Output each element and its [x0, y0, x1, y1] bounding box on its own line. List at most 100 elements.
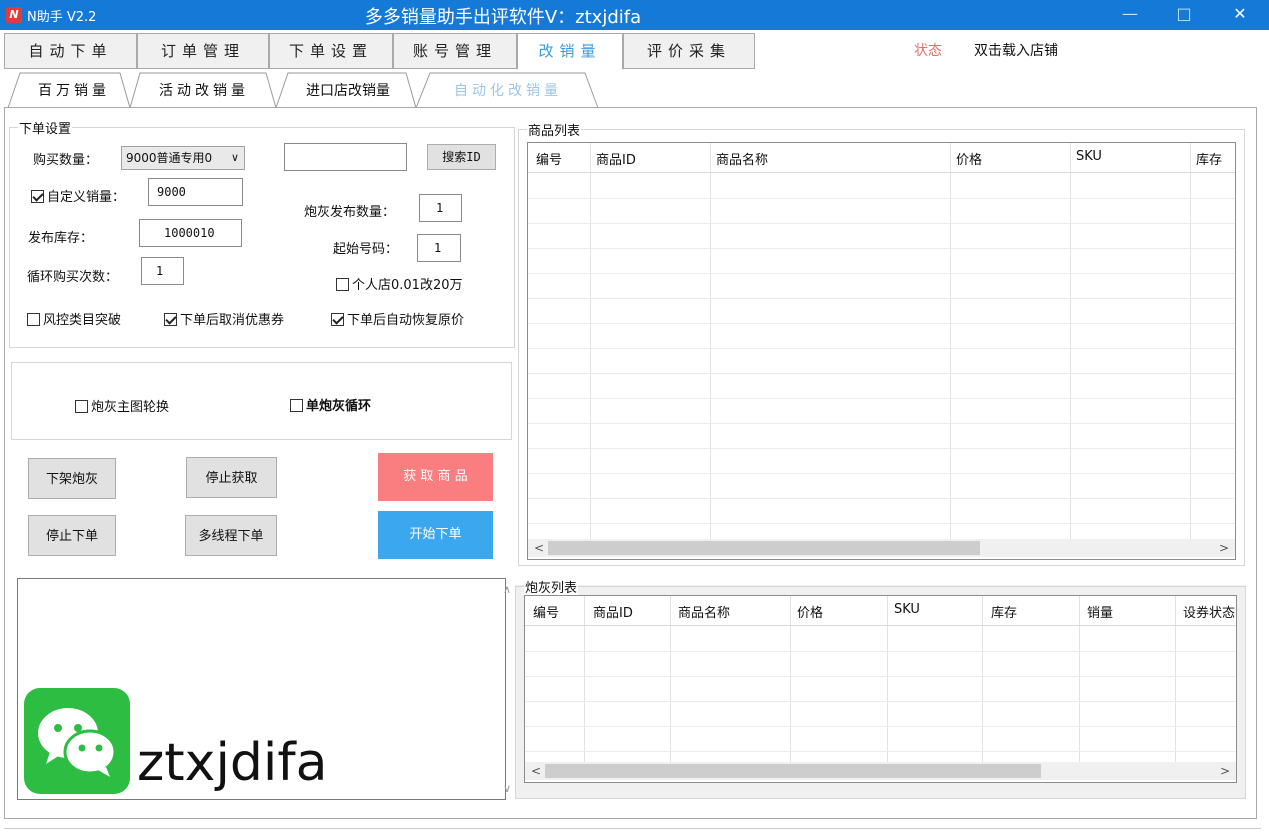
maximize-button[interactable]: □	[1161, 0, 1207, 30]
stop-fetch-button[interactable]: 停止获取	[186, 457, 277, 498]
cancel-coupon-label: 下单后取消优惠券	[180, 313, 285, 328]
buy-qty-label: 购买数量：	[33, 153, 99, 168]
tab-review-collection[interactable]: 评价采集	[623, 33, 755, 69]
sub-tab-auto-sales[interactable]: 自动化改销量	[428, 80, 588, 100]
scroll-down-icon[interactable]: ∨	[503, 782, 511, 795]
publish-stock-input[interactable]: 1000010	[139, 219, 242, 247]
row-divider	[525, 701, 1236, 702]
cannon-publish-qty-label: 炮灰发布数量：	[304, 205, 396, 220]
buy-qty-select-value: 9000普通专用0	[126, 151, 213, 165]
row-divider	[528, 348, 1235, 349]
scroll-left-icon[interactable]: <	[531, 762, 541, 780]
close-button[interactable]: ✕	[1217, 0, 1263, 30]
load-shop-link[interactable]: 双击载入店铺	[974, 40, 1058, 60]
row-divider	[528, 248, 1235, 249]
multithread-order-button[interactable]: 多线程下单	[185, 515, 277, 556]
loop-buy-label: 循环购买次数：	[27, 270, 119, 285]
cannon-horizontal-scrollbar[interactable]: < >	[525, 762, 1236, 780]
column-divider	[1070, 143, 1071, 539]
custom-sales-input[interactable]: 9000	[148, 178, 243, 206]
start-number-label: 起始号码：	[333, 242, 399, 257]
scroll-right-icon[interactable]: >	[1220, 762, 1230, 780]
publish-stock-label: 发布库存：	[28, 231, 94, 246]
watermark-text: ztxjdifa	[137, 733, 328, 793]
row-divider	[528, 298, 1235, 299]
checkbox-unchecked-icon	[336, 278, 349, 291]
cancel-coupon-checkbox[interactable]: 下单后取消优惠券	[164, 309, 284, 328]
stop-order-button[interactable]: 停止下单	[28, 515, 116, 556]
checkbox-checked-icon	[164, 313, 177, 326]
column-divider	[590, 143, 591, 539]
column-divider	[950, 143, 951, 539]
cannon-list-table[interactable]: 编号 商品ID 商品名称 价格 SKU 库存 销量 设券状态 < >	[524, 595, 1237, 783]
column-header[interactable]: SKU	[894, 602, 920, 617]
risk-category-label: 风控类目突破	[43, 313, 122, 328]
cannon-publish-qty-input[interactable]: 1	[419, 194, 462, 222]
delist-cannon-button[interactable]: 下架炮灰	[28, 458, 116, 499]
scroll-left-icon[interactable]: <	[534, 539, 544, 557]
log-vertical-scrollbar[interactable]: ∧ ∨	[500, 579, 517, 799]
row-divider	[528, 423, 1235, 424]
tab-modify-sales[interactable]: 改销量	[517, 33, 623, 70]
wechat-icon	[24, 688, 130, 794]
scroll-up-icon[interactable]: ∧	[503, 583, 511, 596]
row-divider	[525, 726, 1236, 727]
scrollbar-thumb[interactable]	[545, 764, 1041, 778]
column-header[interactable]: 价格	[956, 149, 982, 168]
buy-qty-select[interactable]: 9000普通专用0 ∨	[121, 146, 245, 170]
column-header[interactable]: 编号	[533, 602, 559, 621]
cannon-list-legend: 炮灰列表	[524, 577, 579, 596]
sub-tab-million-sales[interactable]: 百万销量	[20, 80, 128, 100]
column-divider	[710, 143, 711, 539]
tab-account-management[interactable]: 账号管理	[393, 33, 517, 69]
scrollbar-thumb[interactable]	[548, 541, 980, 555]
custom-sales-label: 自定义销量：	[47, 190, 126, 205]
column-header[interactable]: 销量	[1087, 602, 1113, 621]
search-id-button[interactable]: 搜索ID	[427, 144, 496, 170]
search-id-input[interactable]	[284, 143, 407, 171]
column-header[interactable]: 设券状态	[1183, 602, 1235, 621]
row-divider	[528, 398, 1235, 399]
row-divider	[528, 223, 1235, 224]
restore-price-checkbox[interactable]: 下单后自动恢复原价	[331, 309, 464, 328]
cannon-table-header: 编号 商品ID 商品名称 价格 SKU 库存 销量 设券状态	[525, 596, 1236, 626]
single-cannon-loop-checkbox[interactable]: 单炮灰循环	[290, 395, 371, 414]
title-bar: N N助手 V2.2 多多销量助手出评软件V：ztxjdifa — □ ✕	[0, 0, 1269, 30]
column-header[interactable]: 商品名称	[678, 602, 730, 621]
start-number-input[interactable]: 1	[417, 234, 461, 262]
custom-sales-checkbox[interactable]: 自定义销量：	[31, 186, 125, 205]
status-divider	[4, 828, 1261, 829]
checkbox-checked-icon	[31, 190, 44, 203]
column-header[interactable]: 价格	[797, 602, 823, 621]
checkbox-checked-icon	[331, 313, 344, 326]
fetch-goods-button[interactable]: 获 取 商 品	[378, 453, 493, 501]
column-header[interactable]: 编号	[536, 149, 562, 168]
rotate-main-image-label: 炮灰主图轮换	[91, 400, 170, 415]
column-header[interactable]: 商品ID	[596, 149, 636, 168]
column-header[interactable]: SKU	[1076, 149, 1102, 164]
row-divider	[528, 323, 1235, 324]
sub-tab-import-shop-sales[interactable]: 进口店改销量	[286, 80, 410, 100]
column-header[interactable]: 库存	[991, 602, 1017, 621]
tab-auto-order[interactable]: 自动下单	[4, 33, 137, 69]
rotate-main-image-checkbox[interactable]: 炮灰主图轮换	[75, 396, 169, 415]
goods-horizontal-scrollbar[interactable]: < >	[528, 539, 1235, 557]
minimize-button[interactable]: —	[1107, 0, 1153, 30]
tab-order-management[interactable]: 订单管理	[137, 33, 269, 69]
personal-shop-checkbox[interactable]: 个人店0.01改20万	[336, 274, 463, 293]
column-header[interactable]: 库存	[1196, 149, 1222, 168]
order-settings-legend: 下单设置	[19, 122, 72, 137]
row-divider	[528, 498, 1235, 499]
sub-tab-activity-sales[interactable]: 活动改销量	[140, 80, 268, 100]
loop-buy-input[interactable]: 1	[141, 257, 184, 285]
checkbox-unchecked-icon	[290, 399, 303, 412]
goods-list-table[interactable]: 编号 商品ID 商品名称 价格 SKU 库存 < >	[527, 142, 1236, 560]
row-divider	[528, 448, 1235, 449]
start-order-button[interactable]: 开始下单	[378, 511, 493, 559]
risk-category-checkbox[interactable]: 风控类目突破	[27, 309, 121, 328]
column-header[interactable]: 商品名称	[716, 149, 768, 168]
tab-order-settings[interactable]: 下单设置	[269, 33, 393, 69]
row-divider	[528, 373, 1235, 374]
column-header[interactable]: 商品ID	[593, 602, 633, 621]
scroll-right-icon[interactable]: >	[1219, 539, 1229, 557]
